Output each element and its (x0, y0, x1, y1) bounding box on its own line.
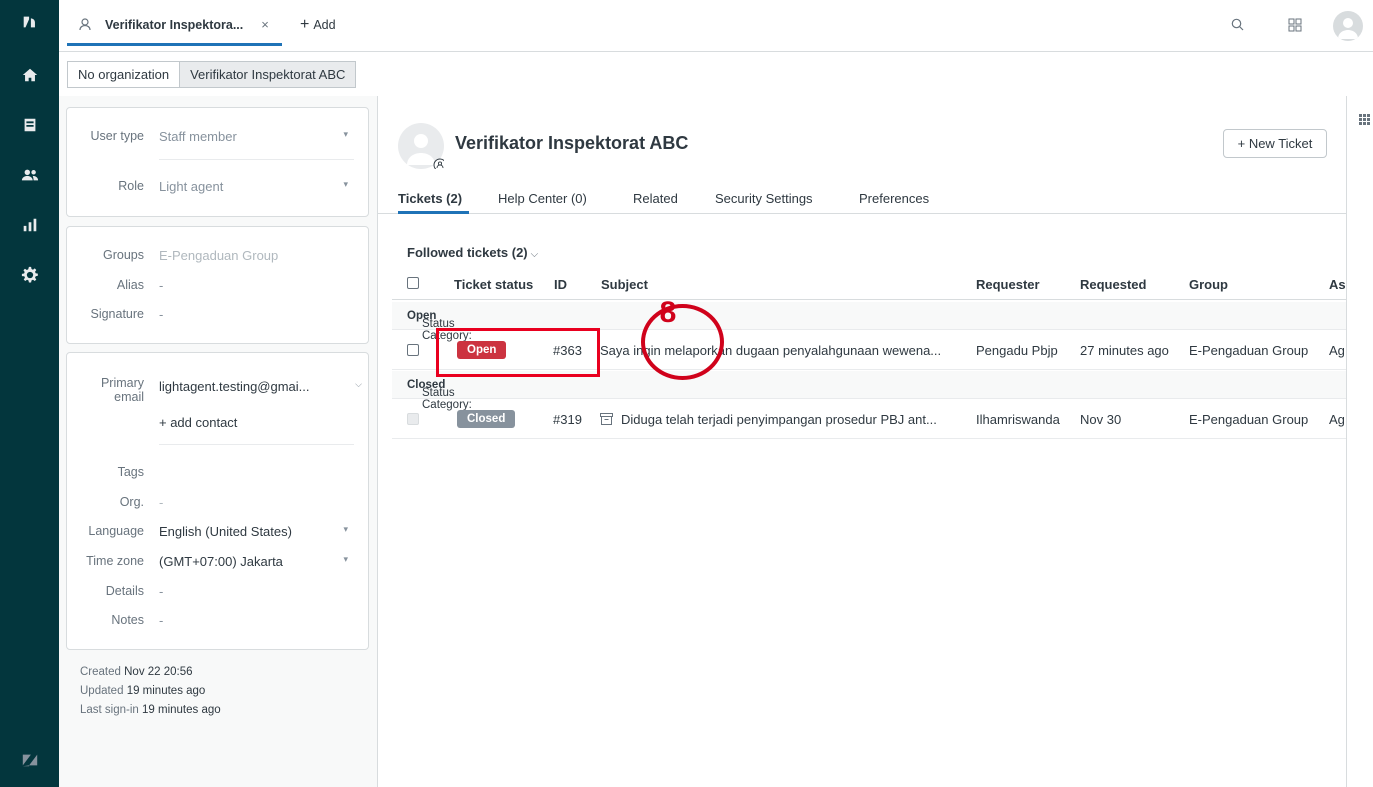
chevron-down-icon: ▾ (343, 554, 348, 564)
chevron-down-icon: ⌵ (355, 379, 362, 389)
zendesk-logo-icon[interactable] (0, 2, 59, 42)
zendesk-z-icon[interactable] (0, 740, 59, 780)
user-tab-label: Verifikator Inspektora... (105, 17, 244, 32)
ticket-group: E-Pengaduan Group (1189, 412, 1309, 427)
global-nav (0, 0, 59, 787)
ticket-subject[interactable]: Diduga telah terjadi penyimpangan prosed… (621, 412, 971, 427)
avatar-person-icon (1338, 18, 1358, 39)
search-icon[interactable] (1231, 18, 1244, 31)
user-tabs: Tickets (2) Help Center (0) Related Secu… (378, 182, 1346, 214)
contact-card: Primary email lightagent.testing@gmai... … (66, 352, 369, 650)
archive-icon (600, 413, 613, 425)
user-properties-panel: User type Staff member ▾ Role Light agen… (59, 96, 378, 787)
apps-panel-icon[interactable] (1359, 114, 1370, 125)
tab-security-settings[interactable]: Security Settings (715, 191, 813, 206)
breadcrumb-user[interactable]: Verifikator Inspektorat ABC (180, 61, 357, 88)
ticket-requester: Ilhamriswanda (976, 412, 1060, 427)
language-value: English (United States) (159, 524, 292, 539)
user-icon (79, 18, 91, 31)
column-requester[interactable]: Requester (976, 277, 1040, 292)
annotation-highlight-box (436, 328, 600, 377)
admin-gear-icon[interactable] (0, 255, 59, 295)
ticket-requested: 27 minutes ago (1080, 343, 1169, 358)
row-checkbox[interactable] (407, 344, 419, 356)
breadcrumb-organization[interactable]: No organization (67, 61, 181, 88)
app-window: Verifikator Inspektora... × + Add No orga… (0, 0, 1373, 787)
close-tab-icon[interactable]: × (261, 17, 269, 32)
column-ticket-status[interactable]: Ticket status (454, 277, 533, 292)
user-type-value: Staff member (159, 129, 237, 144)
updated-meta: Updated 19 minutes ago (80, 685, 206, 697)
ticket-requested: Nov 30 (1080, 412, 1122, 427)
column-subject[interactable]: Subject (601, 277, 648, 292)
breadcrumb: No organization Verifikator Inspektorat … (67, 61, 357, 88)
groups-value: E-Pengaduan Group (159, 248, 279, 263)
tab-related[interactable]: Related (633, 191, 678, 206)
role-value: Light agent (159, 179, 224, 194)
time-zone-value: (GMT+07:00) Jakarta (159, 554, 283, 569)
status-badge: Closed (457, 410, 516, 428)
table-row[interactable]: Closed #319 Diduga telah terjadi penyimp… (392, 399, 1346, 439)
status-category-open-row: Status Category: Open (392, 302, 1346, 342)
user-main-pane: Verifikator Inspektorat ABC + New Ticket… (378, 96, 1346, 787)
ticket-assignee: Ag (1329, 412, 1345, 427)
active-tab-indicator (398, 211, 469, 214)
home-icon[interactable] (0, 55, 59, 95)
annotation-step-number: 8 (659, 296, 677, 329)
ticket-assignee: Ag (1329, 343, 1345, 358)
chevron-down-icon: ▾ (343, 129, 348, 139)
column-requested[interactable]: Requested (1080, 277, 1146, 292)
customers-icon[interactable] (0, 155, 59, 195)
user-type-card: User type Staff member ▾ Role Light agen… (66, 107, 369, 217)
add-tab-button[interactable]: + Add (300, 16, 336, 34)
groups-card: Groups E-Pengaduan Group Alias - Signatu… (66, 226, 369, 344)
plus-icon: + (300, 16, 310, 33)
select-all-checkbox[interactable] (407, 277, 419, 289)
top-bar: Verifikator Inspektora... × + Add (59, 0, 1373, 52)
ticket-group: E-Pengaduan Group (1189, 343, 1309, 358)
chevron-down-icon: ⌵ (530, 249, 539, 260)
profile-avatar[interactable] (1333, 11, 1363, 41)
tab-help-center[interactable]: Help Center (0) (498, 191, 587, 206)
column-assignee[interactable]: As (1329, 277, 1346, 292)
row-checkbox (407, 413, 419, 425)
created-meta: Created Nov 22 20:56 (80, 666, 193, 678)
new-ticket-button[interactable]: + New Ticket (1223, 129, 1327, 158)
column-group[interactable]: Group (1189, 277, 1228, 292)
followed-tickets-dropdown[interactable]: Followed tickets (2) ⌵ (407, 245, 538, 260)
chevron-down-icon: ▾ (343, 179, 348, 189)
ticket-id: #319 (553, 412, 582, 427)
context-panel-strip (1346, 96, 1373, 787)
ticket-requester: Pengadu Pbjp (976, 343, 1058, 358)
tab-tickets[interactable]: Tickets (2) (398, 191, 462, 206)
views-icon[interactable] (0, 105, 59, 145)
primary-email-value: lightagent.testing@gmai... (159, 379, 310, 394)
avatar-person-icon (407, 134, 447, 172)
tickets-table-header: Ticket status ID Subject Requester Reque… (392, 266, 1346, 300)
last-signin-meta: Last sign-in 19 minutes ago (80, 704, 221, 716)
user-tab[interactable]: Verifikator Inspektora... × (67, 6, 282, 46)
tab-preferences[interactable]: Preferences (859, 191, 929, 206)
reporting-icon[interactable] (0, 205, 59, 245)
chevron-down-icon: ▾ (343, 524, 348, 534)
user-name-heading[interactable]: Verifikator Inspektorat ABC (455, 133, 688, 154)
user-avatar[interactable] (398, 123, 447, 172)
column-id[interactable]: ID (554, 277, 567, 292)
apps-grid-icon[interactable] (1288, 18, 1302, 32)
